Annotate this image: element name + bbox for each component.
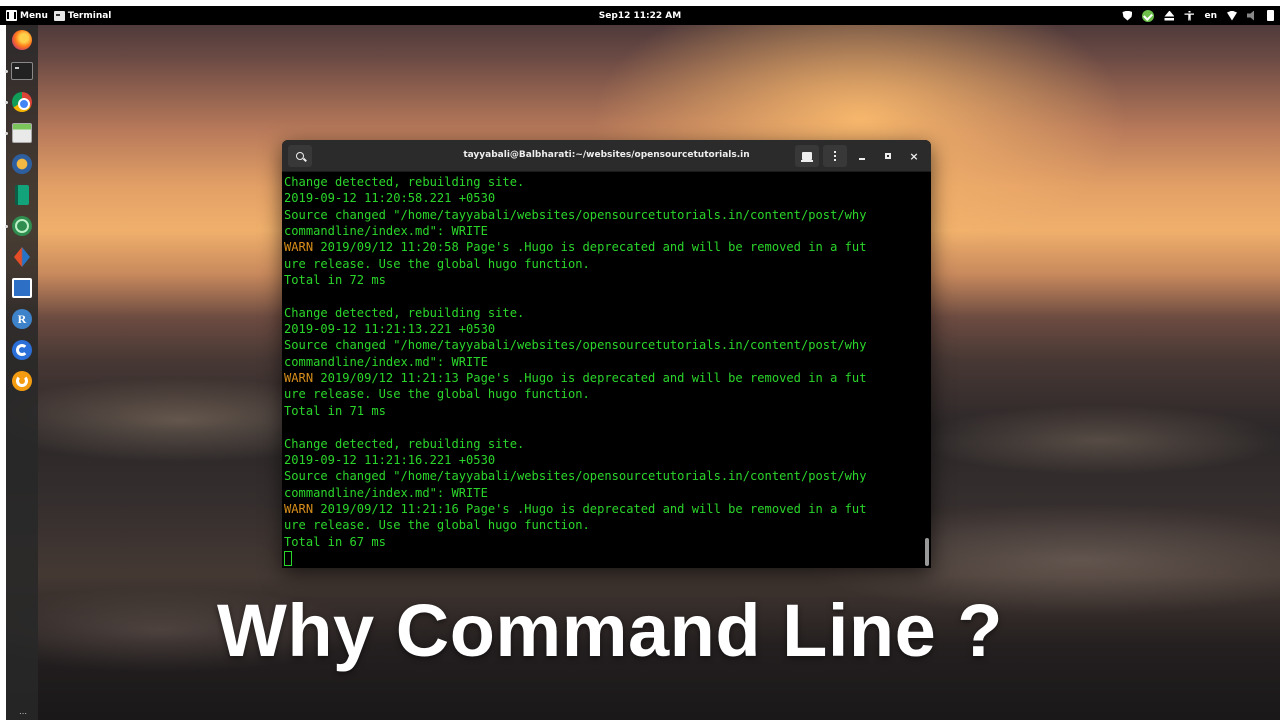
terminal-icon [11, 62, 33, 80]
top-panel: Menu Terminal Sep12 11:22 AM en [0, 0, 1280, 25]
minimize-button[interactable] [851, 145, 873, 167]
terminal-line: 2019-09-12 11:21:13.221 +0530 [284, 322, 496, 337]
dock-item-chrome[interactable] [5, 91, 33, 113]
terminal-line: commandline/index.md": WRITE [284, 485, 488, 500]
system-tray: en [1122, 9, 1274, 22]
dock-item-terminal[interactable] [5, 60, 33, 82]
dock-item-files[interactable] [5, 122, 33, 144]
g-app-icon [12, 371, 32, 391]
warn-prefix: WARN [284, 240, 314, 255]
shield-icon[interactable] [1122, 10, 1133, 21]
terminal-line: Source changed "/home/tayyabali/websites… [284, 338, 867, 353]
terminal-line: ure release. Use the global hugo functio… [284, 518, 590, 533]
prompt-line [284, 550, 921, 566]
warn-prefix: WARN [284, 501, 314, 516]
book-icon [15, 185, 29, 205]
terminal-line: Change detected, rebuilding site. [284, 436, 525, 451]
eject-icon[interactable] [1164, 10, 1175, 21]
wifi-icon[interactable] [1227, 10, 1237, 21]
terminal-icon [53, 10, 65, 21]
dock-item-r[interactable]: R [11, 308, 33, 330]
video-caption: Why Command Line ? [217, 589, 1003, 672]
maximize-button[interactable] [877, 145, 899, 167]
terminal-line: ure release. Use the global hugo functio… [284, 387, 590, 402]
terminal-line: Change detected, rebuilding site. [284, 305, 525, 320]
terminal-scrollbar[interactable] [923, 174, 929, 568]
terminal-output[interactable]: Change detected, rebuilding site. 2019-09… [282, 173, 921, 568]
terminal-line: Total in 72 ms [284, 273, 386, 288]
terminal-window: tayyabali@Balbharati:~/websites/opensour… [282, 140, 931, 568]
terminal-line-text: 2019/09/12 11:21:13 Page's .Hugo is depr… [313, 371, 867, 386]
running-indicator [5, 132, 8, 135]
terminal-header-bar[interactable]: tayyabali@Balbharati:~/websites/opensour… [282, 140, 931, 172]
dock-item-atom[interactable] [5, 215, 33, 237]
menu-button[interactable]: Menu [6, 10, 48, 21]
terminal-line: WARN 2019/09/12 11:20:58 Page's .Hugo is… [284, 239, 921, 255]
terminal-line: Source changed "/home/tayyabali/websites… [284, 469, 867, 484]
dock-item-firefox[interactable] [11, 29, 33, 51]
flow-icon [14, 247, 30, 267]
firefox-icon [12, 30, 32, 50]
terminal-line: commandline/index.md": WRITE [284, 224, 488, 239]
kebab-menu-icon [834, 151, 836, 161]
terminal-header-controls: × [795, 145, 925, 167]
new-tab-icon [801, 152, 813, 162]
scrollbar-thumb[interactable] [925, 538, 929, 566]
dock-item-simplenote[interactable] [11, 339, 33, 361]
chrome-icon [12, 92, 32, 112]
dock-item-wm[interactable] [11, 153, 33, 175]
terminal-line-text: 2019/09/12 11:20:58 Page's .Hugo is depr… [313, 240, 867, 255]
terminal-line: ure release. Use the global hugo functio… [284, 256, 590, 271]
panel-left: Menu Terminal [0, 10, 111, 21]
r-icon: R [12, 309, 32, 329]
running-indicator [5, 70, 8, 73]
terminal-line: 2019-09-12 11:21:16.221 +0530 [284, 452, 496, 467]
terminal-line: Total in 67 ms [284, 534, 386, 549]
atom-icon [12, 216, 32, 236]
running-indicator [5, 101, 8, 104]
accessibility-icon[interactable] [1184, 10, 1195, 21]
minimize-icon [859, 157, 865, 160]
terminal-title: tayyabali@Balbharati:~/websites/opensour… [463, 150, 750, 160]
clock-container: Sep12 11:22 AM [0, 11, 1280, 21]
warn-prefix: WARN [284, 371, 314, 386]
dock-item-presentation[interactable] [11, 277, 33, 299]
volume-icon[interactable] [1247, 10, 1254, 21]
show-apps-button[interactable]: ⋯ [19, 709, 28, 718]
battery-icon[interactable] [1267, 10, 1274, 21]
close-icon: × [909, 149, 919, 163]
terminal-search-button[interactable] [288, 145, 312, 167]
close-button[interactable]: × [903, 145, 925, 167]
terminal-line: 2019-09-12 11:20:58.221 +0530 [284, 191, 496, 206]
presentation-icon [12, 278, 32, 298]
app-wm-icon [12, 154, 32, 174]
files-icon [12, 123, 32, 143]
maximize-icon [885, 153, 891, 159]
terminal-cursor [284, 550, 292, 566]
menu-icon [6, 10, 17, 21]
terminal-menu-button[interactable] [823, 145, 847, 167]
simplenote-icon [12, 340, 32, 360]
taskbar-terminal-label: Terminal [67, 10, 112, 21]
update-check-icon[interactable] [1142, 9, 1155, 22]
terminal-line: Total in 71 ms [284, 403, 386, 418]
terminal-line: commandline/index.md": WRITE [284, 354, 488, 369]
new-tab-button[interactable] [795, 145, 819, 167]
dock-item-flow[interactable] [11, 246, 33, 268]
terminal-line: Source changed "/home/tayyabali/websites… [284, 207, 867, 222]
taskbar-terminal-button[interactable]: Terminal [53, 10, 112, 21]
dock-item-book[interactable] [11, 184, 33, 206]
clock[interactable]: Sep12 11:22 AM [599, 11, 681, 21]
search-icon [296, 152, 304, 160]
terminal-line: WARN 2019/09/12 11:21:16 Page's .Hugo is… [284, 501, 921, 517]
running-indicator [5, 225, 8, 228]
terminal-line: WARN 2019/09/12 11:21:13 Page's .Hugo is… [284, 370, 921, 386]
terminal-line-text: 2019/09/12 11:21:16 Page's .Hugo is depr… [313, 501, 867, 516]
terminal-line: Change detected, rebuilding site. [284, 175, 525, 189]
menu-label: Menu [20, 10, 48, 21]
keyboard-layout[interactable]: en [1204, 11, 1217, 21]
dock-item-g[interactable] [11, 370, 33, 392]
